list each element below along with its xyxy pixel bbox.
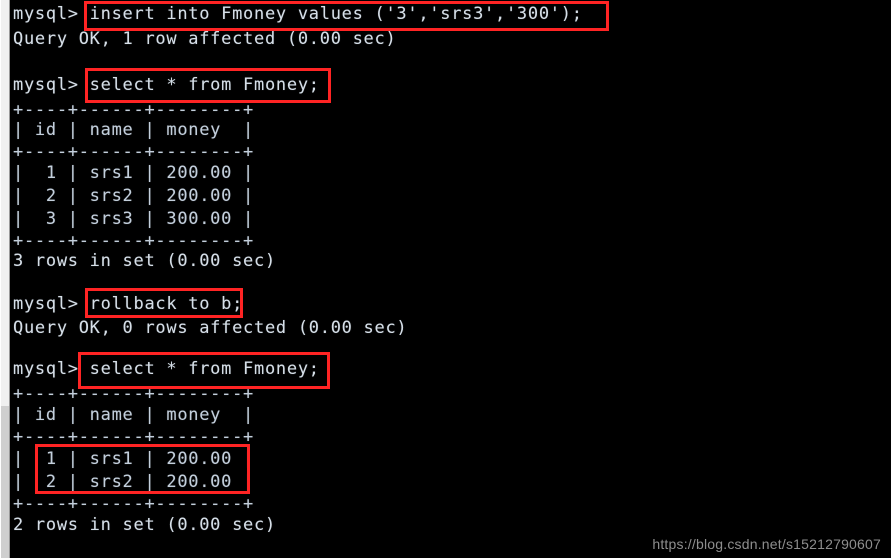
table2-row-1: | 1 | srs1 | 200.00 | (13, 449, 255, 469)
cmd-insert: mysql> insert into Fmoney values ('3','s… (13, 4, 583, 24)
watermark-url: https://blog.csdn.net/s15212790607 (652, 536, 881, 552)
scrollbar-thumb[interactable] (1, 406, 9, 558)
cmd-select-1: mysql> select * from Fmoney; (13, 75, 320, 95)
terminal-output[interactable]: mysql> insert into Fmoney values ('3','s… (10, 0, 891, 558)
table1-row-1: | 1 | srs1 | 200.00 | (13, 163, 255, 183)
cmd-select-2: mysql> select * from Fmoney; (13, 359, 320, 379)
terminal-screenshot: mysql> insert into Fmoney values ('3','s… (0, 0, 891, 558)
result-insert: Query OK, 1 row affected (0.00 sec) (13, 29, 397, 49)
table1-row-2: | 2 | srs2 | 200.00 | (13, 186, 255, 206)
result-select-2: 2 rows in set (0.00 sec) (13, 515, 276, 535)
scrollbar-gutter (0, 0, 10, 558)
result-rollback: Query OK, 0 rows affected (0.00 sec) (13, 318, 408, 338)
result-select-1: 3 rows in set (0.00 sec) (13, 251, 276, 271)
cmd-rollback: mysql> rollback to b; (13, 294, 244, 314)
